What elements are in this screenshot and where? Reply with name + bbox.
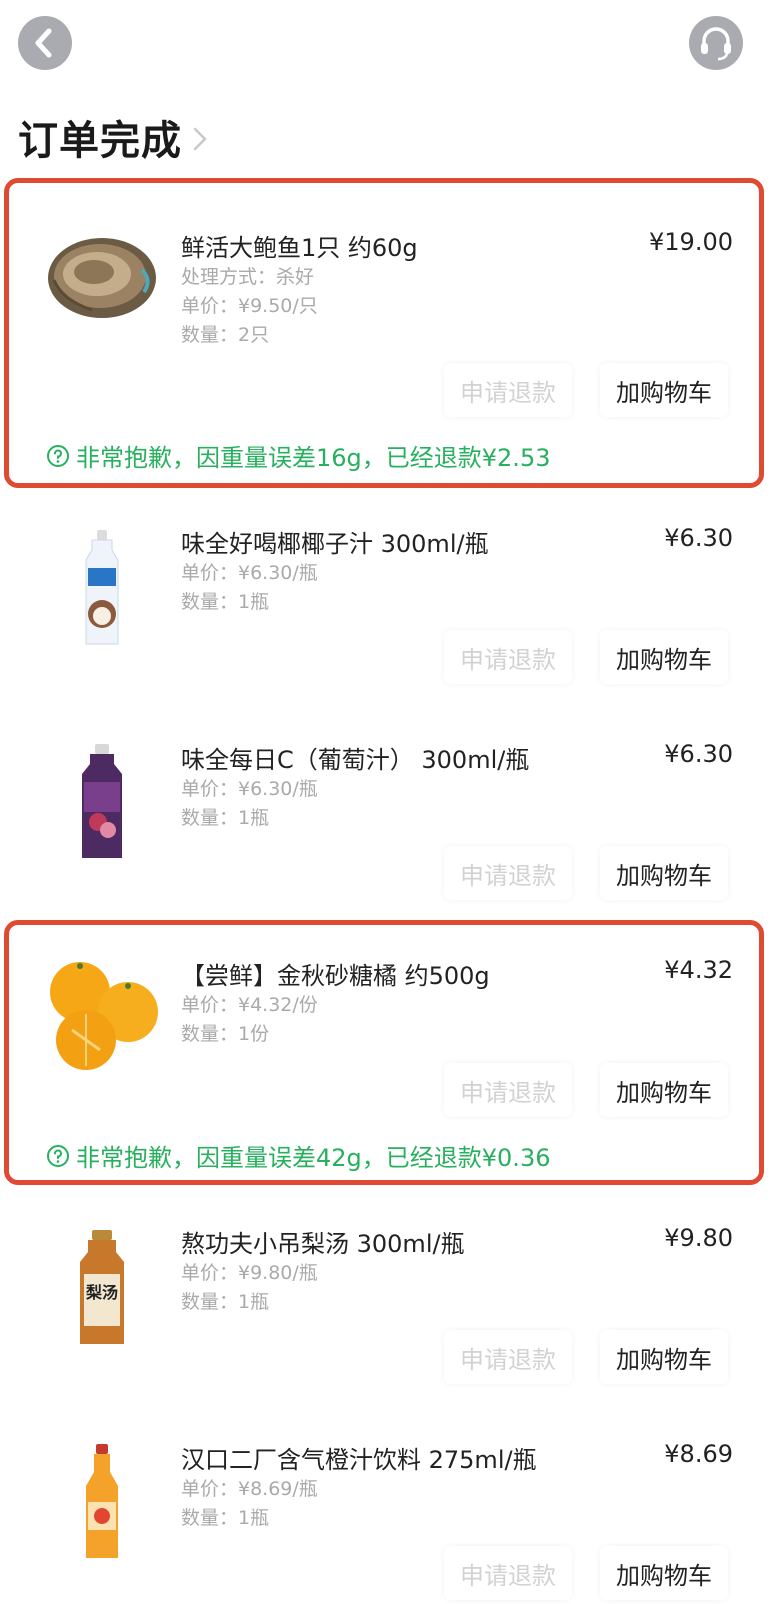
pear-soup-bottle-image: 梨汤: [80, 1230, 124, 1344]
tangerines-image: [50, 962, 158, 1070]
apply-refund-button[interactable]: 申请退款: [444, 1330, 572, 1384]
add-to-cart-button[interactable]: 加购物车: [600, 846, 728, 900]
apply-refund-button[interactable]: 申请退款: [444, 1063, 572, 1117]
item-name[interactable]: 味全好喝椰椰子汁 300ml/瓶: [181, 524, 489, 559]
item-price: ¥4.32: [664, 956, 733, 984]
abalone-image: [48, 238, 156, 318]
order-status-header[interactable]: 订单完成: [18, 108, 208, 166]
item-price: ¥8.69: [664, 1440, 733, 1468]
order-item: 味全好喝椰椰子汁 300ml/瓶 单价：¥6.30/瓶 数量：1瓶 ¥6.30 …: [0, 500, 777, 710]
item-process: 处理方式：杀好: [181, 266, 315, 288]
refund-note-text: 非常抱歉，因重量误差42g，已经退款¥0.36: [76, 1144, 551, 1172]
coconut-juice-bottle-image: [85, 530, 119, 645]
add-to-cart-button[interactable]: 加购物车: [600, 630, 728, 684]
apply-refund-button[interactable]: 申请退款: [444, 1546, 572, 1600]
refund-note: 非常抱歉，因重量误差16g，已经退款¥2.53: [46, 438, 550, 473]
customer-service-button[interactable]: [689, 16, 743, 70]
item-name[interactable]: 味全每日C（葡萄汁） 300ml/瓶: [181, 740, 529, 775]
item-price: ¥19.00: [649, 228, 733, 256]
item-unit-price: 单价：¥9.50/只: [181, 295, 318, 317]
add-to-cart-button[interactable]: 加购物车: [600, 1063, 728, 1117]
order-item: 鲜活大鲍鱼1只 约60g 处理方式：杀好 单价：¥9.50/只 数量：2只 ¥1…: [0, 178, 777, 488]
chevron-right-icon: [193, 127, 207, 151]
order-item: 味全每日C（葡萄汁） 300ml/瓶 单价：¥6.30/瓶 数量：1瓶 ¥6.3…: [0, 716, 777, 926]
page-title: 订单完成: [18, 118, 182, 164]
back-arrow-icon: [35, 28, 52, 58]
item-name[interactable]: 熬功夫小吊梨汤 300ml/瓶: [181, 1224, 465, 1259]
item-unit-price: 单价：¥8.69/瓶: [181, 1478, 318, 1500]
order-item: 【尝鲜】金秋砂糖橘 约500g 单价：¥4.32/份 数量：1份 ¥4.32 申…: [0, 920, 777, 1185]
item-price: ¥9.80: [664, 1224, 733, 1252]
item-quantity: 数量：1瓶: [181, 591, 270, 613]
item-unit-price: 单价：¥6.30/瓶: [181, 562, 318, 584]
refund-note-text: 非常抱歉，因重量误差16g，已经退款¥2.53: [76, 444, 551, 472]
apply-refund-button[interactable]: 申请退款: [444, 363, 572, 417]
item-unit-price: 单价：¥9.80/瓶: [181, 1262, 318, 1284]
order-item: 梨汤 熬功夫小吊梨汤 300ml/瓶 单价：¥9.80/瓶 数量：1瓶 ¥9.8…: [0, 1200, 777, 1410]
add-to-cart-button[interactable]: 加购物车: [600, 1330, 728, 1384]
apply-refund-button[interactable]: 申请退款: [444, 846, 572, 900]
item-quantity: 数量：1瓶: [181, 1507, 270, 1529]
grape-juice-bottle-image: [82, 744, 122, 858]
item-quantity: 数量：2只: [181, 324, 270, 346]
add-to-cart-button[interactable]: 加购物车: [600, 1546, 728, 1600]
item-name[interactable]: 鲜活大鲍鱼1只 约60g: [181, 228, 418, 263]
add-to-cart-button[interactable]: 加购物车: [600, 363, 728, 417]
item-price: ¥6.30: [664, 524, 733, 552]
apply-refund-button[interactable]: 申请退款: [444, 630, 572, 684]
item-name[interactable]: 【尝鲜】金秋砂糖橘 约500g: [181, 956, 490, 991]
item-quantity: 数量：1份: [181, 1023, 270, 1045]
bottle-label-text: 梨汤: [85, 1283, 118, 1302]
item-unit-price: 单价：¥6.30/瓶: [181, 778, 318, 800]
back-button[interactable]: [18, 16, 72, 70]
item-unit-price: 单价：¥4.32/份: [181, 994, 318, 1016]
item-quantity: 数量：1瓶: [181, 807, 270, 829]
orange-soda-bottle-image: [86, 1444, 118, 1558]
question-circle-icon: [47, 444, 69, 467]
headset-icon: [701, 27, 731, 61]
order-item: 汉口二厂含气橙汁饮料 275ml/瓶 单价：¥8.69/瓶 数量：1瓶 ¥8.6…: [0, 1416, 777, 1604]
refund-note: 非常抱歉，因重量误差42g，已经退款¥0.36: [46, 1138, 550, 1173]
item-price: ¥6.30: [664, 740, 733, 768]
question-circle-icon: [47, 1144, 69, 1167]
item-quantity: 数量：1瓶: [181, 1291, 270, 1313]
item-name[interactable]: 汉口二厂含气橙汁饮料 275ml/瓶: [181, 1440, 537, 1475]
